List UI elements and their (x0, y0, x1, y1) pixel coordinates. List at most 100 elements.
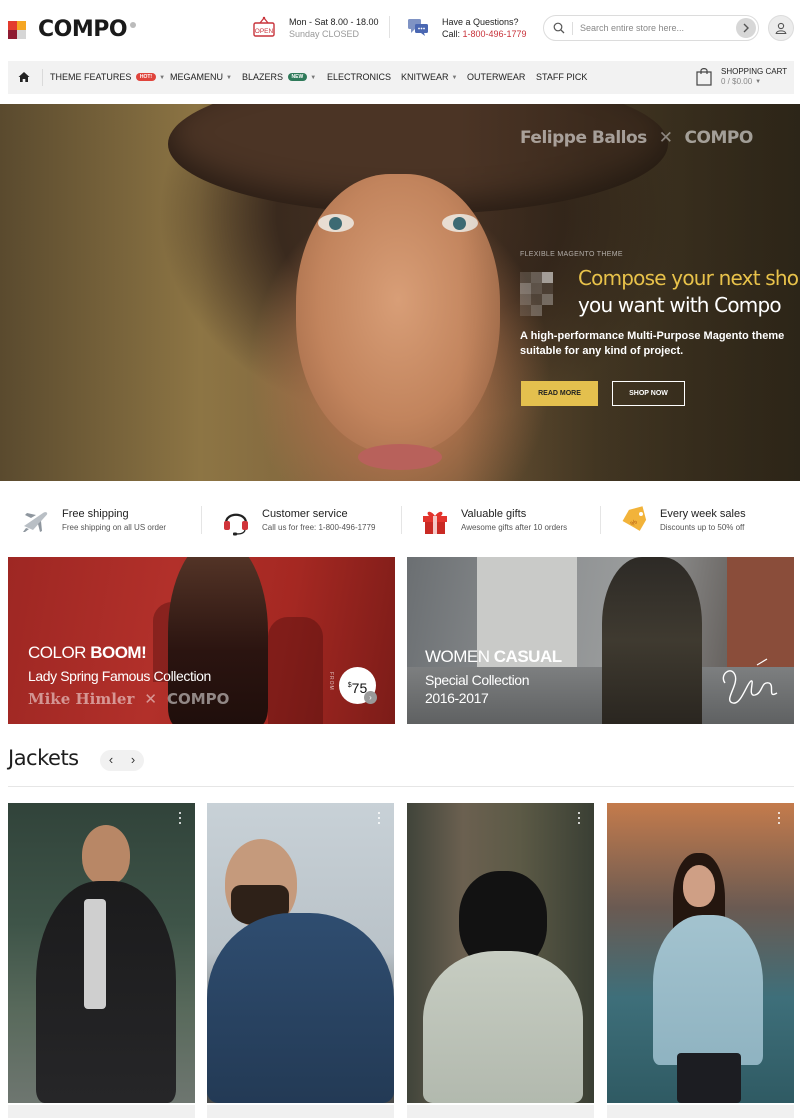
chevron-down-icon: ▼ (755, 79, 762, 85)
logo-text: COMPO (38, 17, 128, 42)
hours-weekdays: Mon - Sat 8.00 - 18.00 (289, 17, 379, 27)
feature-customer-service: Customer service Call us for free: 1-800… (221, 506, 421, 538)
product-card-image[interactable] (607, 803, 794, 1103)
shopping-cart[interactable]: Shopping Cart 0 / $0.00 ▼ (696, 67, 787, 87)
banner-women-casual[interactable]: WOMEN CASUAL Special Collection 2016-201… (407, 557, 794, 724)
product-card-image[interactable] (8, 803, 195, 1103)
nav-item-label: Outerwear (467, 72, 526, 82)
chevron-down-icon: ▼ (310, 75, 317, 81)
site-header: COMPO OPEN Mon - Sat 8.00 - 18.00 Sunday… (0, 0, 800, 58)
nav-item-electronics[interactable]: Electronics (327, 61, 391, 94)
nav-divider (42, 69, 43, 86)
airplane-icon (23, 512, 48, 532)
section-divider (8, 786, 794, 787)
feature-title: Every week sales (660, 508, 746, 520)
banner-title-bold: CASUAL (493, 647, 562, 666)
chevron-right-icon[interactable]: › (364, 691, 377, 704)
feature-title: Free shipping (62, 508, 129, 520)
banner-title: WOMEN CASUAL (425, 647, 562, 667)
search-input[interactable] (580, 20, 730, 36)
carousel-pager: ‹ › (100, 750, 144, 771)
search-bar (543, 15, 759, 41)
banner-collab-credit: Mike Himler ✕ COMPO (28, 690, 229, 708)
phone-label: Call: (442, 29, 463, 39)
nav-item-label: Electronics (327, 72, 392, 82)
hours-sunday: Sunday CLOSED (289, 29, 360, 39)
gift-icon (423, 511, 447, 534)
nav-item-label: Staff Pick (536, 72, 588, 82)
home-icon[interactable] (18, 71, 30, 83)
store-hours: OPEN Mon - Sat 8.00 - 18.00 Sunday CLOSE… (253, 16, 379, 40)
feature-divider (401, 506, 402, 534)
hero-brand-name: COMPO (684, 128, 754, 148)
banner-color-boom[interactable]: COLOR BOOM! Lady Spring Famous Collectio… (8, 557, 395, 724)
open-sign-label: OPEN (255, 28, 274, 35)
search-icon (553, 22, 565, 34)
from-label: From (328, 672, 334, 691)
banner-image-wall (727, 557, 794, 667)
banner-title-bold: BOOM! (90, 643, 147, 662)
chevron-down-icon: ▼ (159, 75, 166, 81)
product-image-top (653, 915, 763, 1065)
registered-mark-icon (130, 21, 137, 28)
hot-badge: HOT! (135, 73, 157, 81)
shop-now-button[interactable]: Shop Now (612, 381, 685, 406)
banner-brand-name: COMPO (166, 690, 230, 708)
shopping-bag-icon (696, 68, 712, 86)
hero-photographer: Felippe Ballos (520, 128, 647, 148)
signature-icon (722, 658, 778, 704)
more-options-icon[interactable] (178, 811, 182, 825)
product-card-footer (407, 1105, 594, 1118)
nav-item-theme-features[interactable]: Theme Features HOT! ▼ (50, 61, 165, 94)
product-image-pants (677, 1053, 741, 1103)
more-options-icon[interactable] (777, 811, 781, 825)
product-card-footer (607, 1105, 794, 1118)
product-card-image[interactable] (207, 803, 394, 1103)
banner-image-model (602, 557, 702, 724)
cart-summary: 0 / $0.00 ▼ (721, 77, 787, 87)
contact-question: Have a Questions? Call: 1-800-496-1779 (407, 16, 527, 40)
banner-title-light: WOMEN (425, 647, 494, 666)
feature-title: Customer service (262, 508, 348, 520)
section-title-jackets: Jackets (8, 746, 79, 770)
header-divider (389, 16, 390, 38)
phone-number-link[interactable]: 1-800-496-1779 (463, 29, 527, 39)
feature-free-shipping: Free shipping Free shipping on all US or… (21, 506, 221, 538)
site-logo[interactable]: COMPO (8, 17, 137, 42)
search-divider (572, 22, 573, 35)
nav-item-label: Knitwear (401, 72, 449, 82)
nav-item-knitwear[interactable]: Knitwear ▼ (401, 61, 457, 94)
product-card-image[interactable] (407, 803, 594, 1103)
nav-item-outerwear[interactable]: Outerwear (467, 61, 525, 94)
carousel-prev-button[interactable]: ‹ (100, 750, 122, 771)
product-image-shirt (84, 899, 106, 1009)
hero-subtitle: A high-performance Multi-Purpose Magento… (520, 330, 785, 357)
feature-valuable-gifts: Valuable gifts Awesome gifts after 10 or… (420, 506, 620, 538)
times-icon: ✕ (144, 690, 157, 708)
tag-icon: % (622, 506, 647, 531)
banner-title: COLOR BOOM! (28, 643, 147, 663)
banner-image-window (268, 617, 323, 724)
nav-item-staff-pick[interactable]: Staff Pick (536, 61, 587, 94)
more-options-icon[interactable] (377, 811, 381, 825)
phone-line: Call: 1-800-496-1779 (442, 28, 527, 40)
product-image-jacket (207, 913, 394, 1103)
product-image-head (82, 825, 130, 885)
carousel-next-button[interactable]: › (122, 750, 144, 771)
banner-title-light: COLOR (28, 643, 91, 662)
hero-eyebrow: Flexible Magento Theme (520, 251, 623, 258)
feature-divider (201, 506, 202, 534)
nav-item-megamenu[interactable]: Megamenu ▼ (170, 61, 232, 94)
search-submit-button[interactable] (736, 18, 756, 38)
chat-bubbles-icon (408, 19, 428, 36)
open-sign-icon: OPEN (253, 16, 275, 37)
more-options-icon[interactable] (577, 811, 581, 825)
read-more-button[interactable]: Read More (521, 381, 598, 406)
nav-item-blazers[interactable]: Blazers NEW ▼ (242, 61, 316, 94)
banner-subtitle: Lady Spring Famous Collection (28, 668, 211, 684)
times-icon: ✕ (658, 128, 673, 148)
hero-slider: Felippe Ballos ✕ COMPO Flexible Magento Th… (0, 104, 800, 481)
product-image-shirt (423, 951, 583, 1103)
account-button[interactable] (768, 15, 794, 41)
banner-photographer: Mike Himler (28, 690, 135, 708)
